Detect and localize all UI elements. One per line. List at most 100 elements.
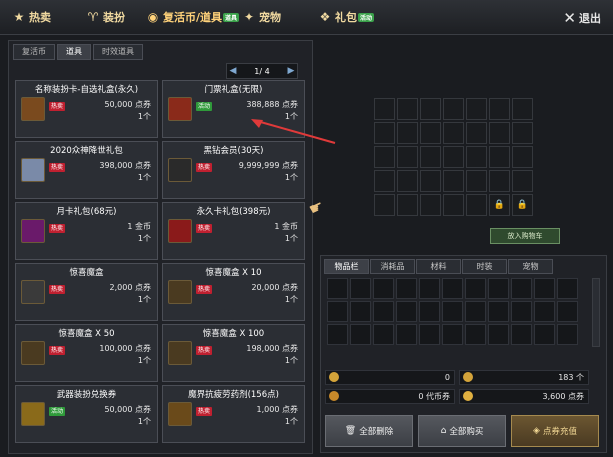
inventory-slot[interactable]	[442, 301, 463, 322]
shop-item-card[interactable]: 魔界抗疲劳药剂(156点) 热卖 1,000 点券 1个	[162, 385, 305, 443]
cart-slot[interactable]	[443, 146, 464, 168]
cart-slot[interactable]	[374, 146, 395, 168]
cart-slot[interactable]	[397, 170, 418, 192]
shop-item-card[interactable]: 惊喜魔盒 热卖 2,000 点券 1个	[15, 263, 158, 321]
inventory-slot[interactable]	[419, 278, 440, 299]
inventory-slot[interactable]	[442, 278, 463, 299]
inventory-slot[interactable]	[396, 324, 417, 345]
cart-slot[interactable]	[443, 122, 464, 144]
inventory-slot[interactable]	[488, 301, 509, 322]
shop-item-card[interactable]: 2020众神降世礼包 热卖 398,000 点券 1个	[15, 141, 158, 199]
recharge-button[interactable]: ◈ 点券充值	[511, 415, 599, 447]
buy-all-button[interactable]: ⌂ 全部购买	[418, 415, 506, 447]
cart-slot[interactable]	[420, 170, 441, 192]
cart-slot[interactable]	[512, 146, 533, 168]
cart-slot[interactable]	[420, 98, 441, 120]
cart-slot[interactable]	[420, 122, 441, 144]
shop-item-card[interactable]: 惊喜魔盒 X 10 热卖 20,000 点券 1个	[162, 263, 305, 321]
inventory-slot[interactable]	[350, 301, 371, 322]
tab-pets[interactable]: 宠物	[508, 259, 553, 274]
shop-item-card[interactable]: 名称装扮卡-自选礼盒(永久) 热卖 50,000 点券 1个	[15, 80, 158, 138]
inventory-slot[interactable]	[327, 324, 348, 345]
cart-slot[interactable]	[489, 122, 510, 144]
inventory-slot[interactable]	[350, 278, 371, 299]
inventory-slot[interactable]	[465, 278, 486, 299]
cart-slot[interactable]	[466, 194, 487, 216]
inventory-slot[interactable]	[534, 278, 555, 299]
shop-item-card[interactable]: 惊喜魔盒 X 100 热卖 198,000 点券 1个	[162, 324, 305, 382]
inventory-slot[interactable]	[465, 301, 486, 322]
shop-item-card[interactable]: 永久卡礼包(398元) 热卖 1 金币 1个	[162, 202, 305, 260]
balance-token: 0 代币券	[325, 389, 455, 404]
inventory-slot[interactable]	[373, 324, 394, 345]
item-quantity: 1个	[137, 234, 151, 243]
inventory-slot[interactable]	[396, 278, 417, 299]
cart-slot[interactable]	[443, 170, 464, 192]
cart-slot[interactable]	[443, 98, 464, 120]
inventory-slot[interactable]	[488, 278, 509, 299]
nav-hot[interactable]: ★ 热卖	[12, 9, 51, 25]
inventory-slot[interactable]	[465, 324, 486, 345]
cart-slot[interactable]	[397, 122, 418, 144]
inventory-scrollbar[interactable]	[592, 278, 600, 347]
inventory-slot[interactable]	[557, 301, 578, 322]
inventory-slot[interactable]	[511, 301, 532, 322]
tab-materials[interactable]: 材料	[416, 259, 461, 274]
inventory-slot[interactable]	[442, 324, 463, 345]
tab-items[interactable]: 道具	[57, 44, 91, 60]
inventory-slot[interactable]	[534, 301, 555, 322]
inventory-slot[interactable]	[350, 324, 371, 345]
cart-slot[interactable]	[374, 98, 395, 120]
cart-slot[interactable]	[466, 98, 487, 120]
tab-fashion[interactable]: 时装	[462, 259, 507, 274]
inventory-slot[interactable]	[419, 324, 440, 345]
tab-inventory[interactable]: 物品栏	[324, 259, 369, 274]
cart-slot[interactable]	[397, 98, 418, 120]
cart-slot[interactable]	[466, 170, 487, 192]
shop-item-card[interactable]: 武器装扮兑换券 活动 50,000 点券 1个	[15, 385, 158, 443]
inventory-slot[interactable]	[511, 278, 532, 299]
add-to-cart-button[interactable]: 放入购物车	[490, 228, 560, 244]
inventory-slot[interactable]	[327, 278, 348, 299]
cart-slot[interactable]	[374, 194, 395, 216]
cart-slot[interactable]	[443, 194, 464, 216]
inventory-slot[interactable]	[557, 324, 578, 345]
inventory-slot[interactable]	[488, 324, 509, 345]
cart-slot[interactable]	[512, 98, 533, 120]
remove-all-button[interactable]: 🗑 全部删除	[325, 415, 413, 447]
cart-slot[interactable]	[397, 194, 418, 216]
cart-slot[interactable]	[512, 122, 533, 144]
cart-slot[interactable]	[512, 170, 533, 192]
cart-slot[interactable]	[466, 122, 487, 144]
prev-page-icon[interactable]: ◀	[227, 66, 239, 76]
nav-giftpack[interactable]: ❖ 礼包 活动	[318, 9, 375, 25]
inventory-slot[interactable]	[557, 278, 578, 299]
cart-slot[interactable]	[374, 170, 395, 192]
shop-item-card[interactable]: 黑钻会员(30天) 热卖 9,999,999 点券 1个	[162, 141, 305, 199]
cart-slot[interactable]	[374, 122, 395, 144]
cart-slot[interactable]	[466, 146, 487, 168]
cart-slot[interactable]	[420, 194, 441, 216]
tab-consumables[interactable]: 消耗品	[370, 259, 415, 274]
nav-revive-items[interactable]: ◉ 复活币/道具 道具	[146, 9, 240, 25]
shop-item-card[interactable]: 惊喜魔盒 X 50 热卖 100,000 点券 1个	[15, 324, 158, 382]
inventory-slot[interactable]	[327, 301, 348, 322]
cart-slot[interactable]	[489, 146, 510, 168]
inventory-slot[interactable]	[419, 301, 440, 322]
inventory-slot[interactable]	[373, 301, 394, 322]
tab-timed-items[interactable]: 时效道具	[93, 44, 143, 60]
inventory-slot[interactable]	[511, 324, 532, 345]
nav-costume[interactable]: ♈ 装扮	[86, 9, 125, 25]
exit-button[interactable]: ✕ 退出	[563, 9, 601, 27]
cart-slot[interactable]	[420, 146, 441, 168]
inventory-slot[interactable]	[534, 324, 555, 345]
shop-item-card[interactable]: 月卡礼包(68元) 热卖 1 金币 1个	[15, 202, 158, 260]
tab-revive-coin[interactable]: 复活币	[13, 44, 55, 60]
next-page-icon[interactable]: ▶	[285, 66, 297, 76]
nav-pets[interactable]: ✦ 宠物	[242, 9, 281, 25]
inventory-slot[interactable]	[396, 301, 417, 322]
cart-slot[interactable]	[489, 170, 510, 192]
cart-slot[interactable]	[397, 146, 418, 168]
cart-slot[interactable]	[489, 98, 510, 120]
inventory-slot[interactable]	[373, 278, 394, 299]
